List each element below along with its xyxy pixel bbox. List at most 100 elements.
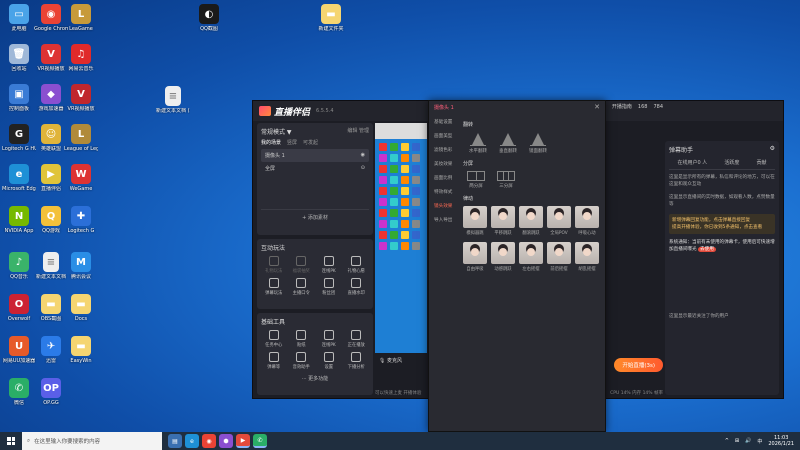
tool-item[interactable]: 下播分析 [344, 352, 370, 370]
dialog-nav-item[interactable]: 基础设置 [429, 115, 461, 129]
rhythm-effect[interactable]: 全局POV [547, 206, 571, 236]
desktop-icon[interactable]: ♫ 网易云音乐 [64, 44, 98, 72]
mode-select[interactable]: 常规模式 ▼ [261, 127, 292, 136]
flip-option[interactable]: 水平翻转 [469, 132, 487, 154]
volume-icon[interactable]: 🔊 [745, 438, 751, 444]
flip-option[interactable]: 镜面翻转 [529, 132, 547, 154]
dialog-nav-item[interactable]: 美妆效果 [429, 157, 461, 171]
desktop-icon[interactable]: ✆ 微信 [2, 378, 36, 406]
flip-option[interactable]: 垂直翻转 [499, 132, 517, 154]
tab-contribution[interactable]: 贡献 [756, 159, 766, 166]
desktop-icon[interactable]: ≡ 新建文本文档 (2).txt [156, 86, 190, 114]
split-two[interactable]: 两分屏 [467, 171, 485, 189]
dialog-nav-item[interactable]: 滤镜色彩 [429, 143, 461, 157]
dialog-nav-item[interactable]: 特效样式 [429, 185, 461, 199]
eye-icon[interactable]: ◉ [361, 152, 365, 159]
desktop-icon[interactable]: 🗑 回收站 [2, 44, 36, 72]
desktop-icon[interactable]: OP OP.GG [34, 378, 68, 406]
tool-item[interactable]: 福袋抽奖 [289, 256, 315, 274]
tool-item[interactable]: 弹幕玩法 [261, 278, 287, 296]
rhythm-effect[interactable]: 模拟器跳 [463, 206, 487, 236]
desktop-icon[interactable]: ◐ QQ截图 [192, 4, 226, 32]
tool-item[interactable]: 主播口令 [289, 278, 315, 296]
tool-item[interactable]: 音效助手 [289, 352, 315, 370]
tray-expand-icon[interactable]: ^ [725, 438, 729, 444]
tool-item[interactable]: 粉丝团 [316, 278, 342, 296]
desktop-icon[interactable]: L League of Legends [64, 124, 98, 152]
taskbar-app-icon[interactable]: ⬢ [219, 434, 233, 448]
clock[interactable]: 11:03 2026/1/21 [768, 435, 794, 447]
desktop-icon[interactable]: G Logitech G HUB [2, 124, 36, 152]
desktop-icon[interactable]: e Microsoft Edge [2, 164, 36, 192]
desktop-icon[interactable]: N NVIDIA App [2, 206, 36, 234]
desktop-icon[interactable]: Q QQ游戏 [34, 206, 68, 234]
lock-icon[interactable]: ⊙ [361, 165, 365, 172]
desktop-icon[interactable]: M 腾讯会议 [64, 252, 98, 280]
desktop-icon[interactable]: ☺ 英雄联盟 [34, 124, 68, 152]
start-button[interactable] [0, 432, 22, 450]
tool-item[interactable]: 弹幕等 [261, 352, 287, 370]
desktop-icon[interactable]: W WeGame [64, 164, 98, 192]
tool-item[interactable]: 连线PK [316, 330, 342, 348]
desktop-icon[interactable]: L LeaGame [64, 4, 98, 32]
rhythm-effect[interactable]: 左右摇摆 [519, 242, 543, 272]
close-icon[interactable]: ✕ [594, 103, 600, 111]
rhythm-effect[interactable]: 胡乱摇摆 [575, 242, 599, 272]
network-icon[interactable]: ⊞ [735, 438, 739, 444]
edit-button[interactable]: 编辑 [347, 128, 357, 134]
dialog-nav-item[interactable]: 画面美型 [429, 129, 461, 143]
more-features-button[interactable]: ··· 更多功能 [261, 375, 369, 382]
scene-item-camera[interactable]: 摄像头 1 ◉ [261, 149, 369, 162]
taskbar-app-icon[interactable]: ▶ [236, 434, 250, 448]
use-button[interactable]: 去使用 [698, 247, 716, 252]
desktop-icon[interactable]: ◉ Google Chrome [34, 4, 68, 32]
desktop-icon[interactable]: ✈ 迅雷 [34, 336, 68, 364]
taskbar-search[interactable]: ⌕ 在这里输入你要搜索的内容 [22, 432, 162, 450]
rhythm-effect[interactable]: 呼吸心动 [575, 206, 599, 236]
desktop-icon[interactable]: ≡ 新建文本文档 [34, 252, 68, 280]
settings-icon[interactable]: ⚙ [770, 145, 775, 154]
mic-control[interactable]: 🎙 麦克风 [375, 353, 429, 393]
tool-item[interactable]: 设置 [316, 352, 342, 370]
split-three[interactable]: 三分屏 [497, 171, 515, 189]
dialog-nav-item[interactable]: 镜头效果 [429, 199, 461, 213]
desktop-icon[interactable]: ♪ QQ音乐 [2, 252, 36, 280]
tab-activity[interactable]: 活跃度 [724, 159, 739, 166]
tool-item[interactable]: 连线PK [316, 256, 342, 274]
desktop-icon[interactable]: ▬ EasyWin [64, 336, 98, 364]
taskbar-app-icon[interactable]: ▤ [168, 434, 182, 448]
tab-online-users[interactable]: 在线用户0 人 [678, 159, 708, 166]
desktop-icon[interactable]: U 网易UU加速器 [2, 336, 36, 364]
rhythm-effect[interactable]: 平移跳跃 [491, 206, 515, 236]
desktop-icon[interactable]: V VR视频播放 [64, 84, 98, 112]
tab-portrait[interactable]: 竖屏 [287, 139, 297, 146]
start-live-button[interactable]: 开始直播(3s) [614, 358, 663, 372]
dialog-nav-item[interactable]: 画面比例 [429, 171, 461, 185]
desktop-icon[interactable]: ▣ 控制面板 [2, 84, 36, 112]
desktop-icon[interactable]: ✚ Logitech G [64, 206, 98, 234]
tab-available[interactable]: 可发起 [303, 139, 318, 146]
rhythm-effect[interactable]: 动感跳跃 [491, 242, 515, 272]
tool-item[interactable]: 直播水印 [344, 278, 370, 296]
desktop-icon[interactable]: V VR视频播放 [34, 44, 68, 72]
desktop-icon[interactable]: ▬ 新建文件夹 [314, 4, 348, 32]
tool-item[interactable]: 礼物心愿 [344, 256, 370, 274]
manage-button[interactable]: 管理 [359, 128, 369, 134]
guide-link[interactable]: 开播指南 [612, 103, 632, 110]
tool-item[interactable]: 贴纸 [289, 330, 315, 348]
scene-item-fullscreen[interactable]: 全屏 ⊙ [261, 162, 369, 175]
dialog-nav-item[interactable]: 导入导出 [429, 213, 461, 227]
tool-item[interactable]: 任务中心 [261, 330, 287, 348]
rhythm-effect[interactable]: 前后摇摆 [547, 242, 571, 272]
desktop-icon[interactable]: ◆ 游戏加速器 [34, 84, 68, 112]
taskbar-app-icon[interactable]: e [185, 434, 199, 448]
tool-item[interactable]: 礼物玩法 [261, 256, 287, 274]
taskbar-app-icon[interactable]: ◉ [202, 434, 216, 448]
desktop-icon[interactable]: ▭ 此电脑 [2, 4, 36, 32]
tool-item[interactable]: 正在播放 [344, 330, 370, 348]
tab-my-scenes[interactable]: 我的场景 [261, 139, 281, 146]
desktop-icon[interactable]: ▬ Docs [64, 294, 98, 322]
desktop-icon[interactable]: ▶ 直播伴侣 [34, 164, 68, 192]
desktop-icon[interactable]: ▬ OBS截图 [34, 294, 68, 322]
ime-icon[interactable]: 中 [757, 438, 762, 445]
